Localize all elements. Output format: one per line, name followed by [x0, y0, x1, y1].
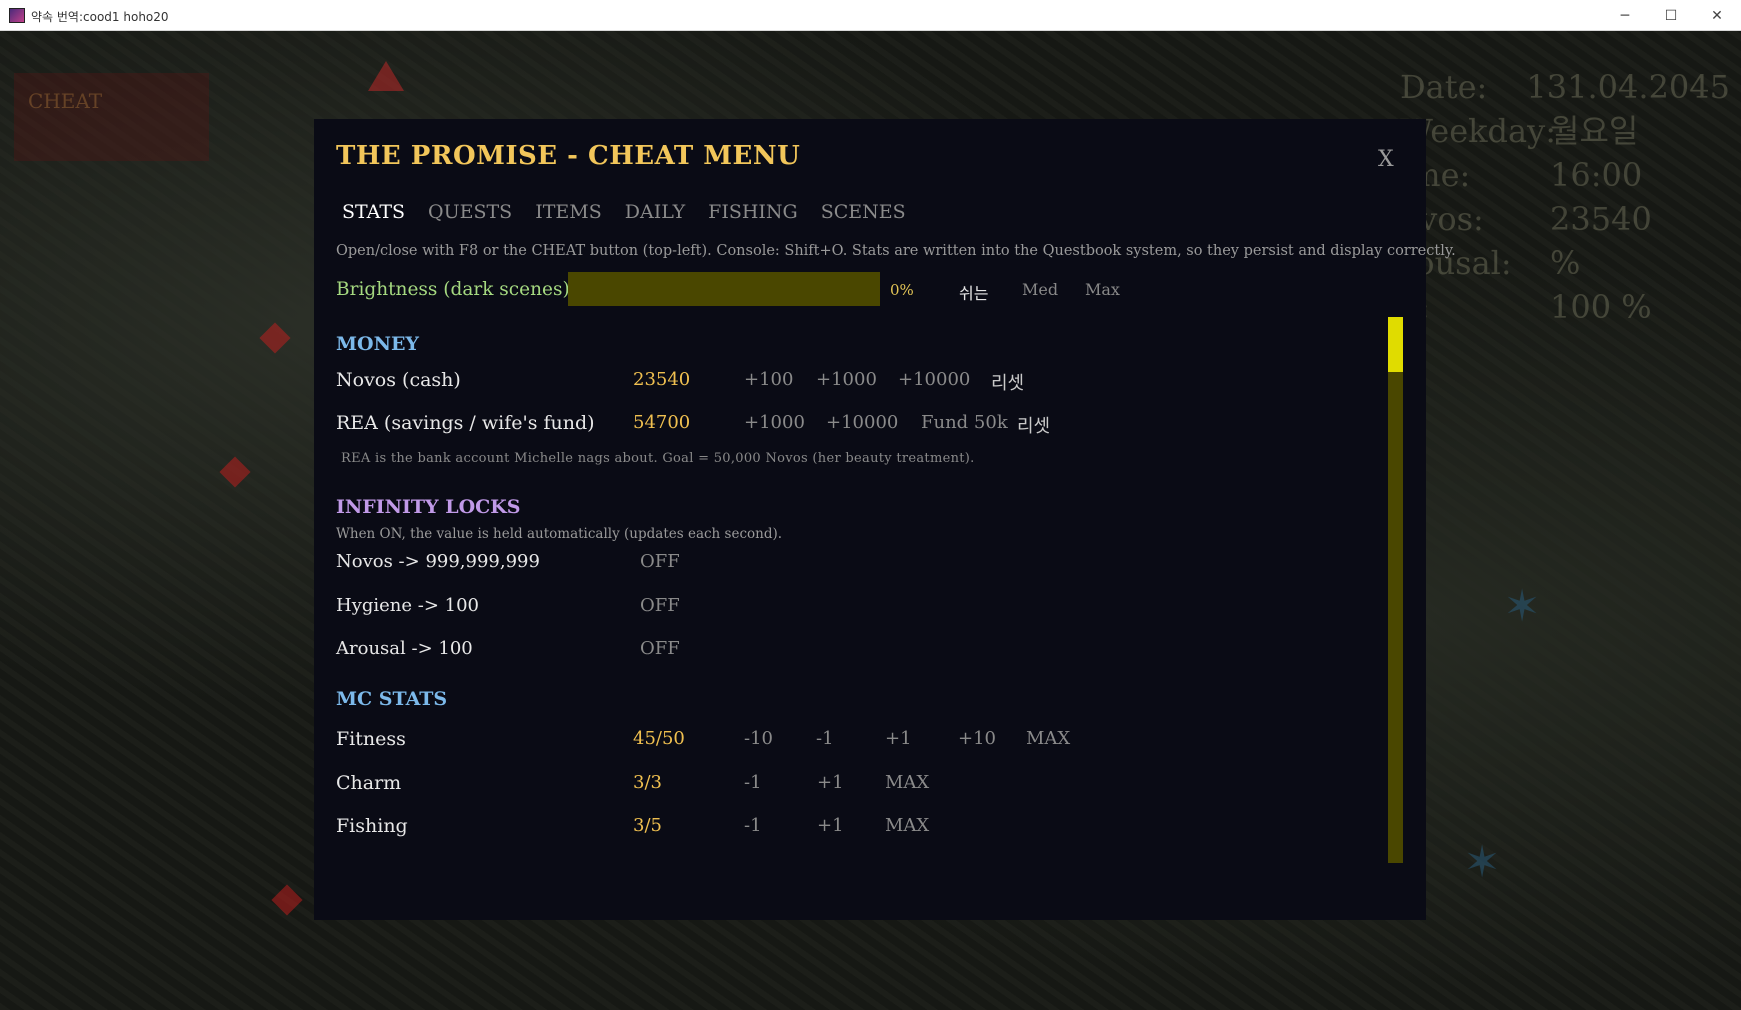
fitness-plus-1-button[interactable]: +1: [885, 728, 912, 749]
star-icon: ✶: [1463, 837, 1501, 888]
close-window-icon[interactable]: ✕: [1694, 0, 1740, 31]
fitness-max-button[interactable]: MAX: [1026, 728, 1070, 749]
stats-scroll-area: MONEY Novos (cash) 23540 +100 +1000 +100…: [336, 319, 1396, 909]
map-marker-icon: [219, 456, 251, 488]
minimize-icon[interactable]: ─: [1602, 0, 1648, 31]
novos-add-10000-button[interactable]: +10000: [898, 369, 970, 390]
charm-value: 3/3: [633, 772, 662, 793]
novos-value: 23540: [633, 369, 691, 390]
rea-reset-button[interactable]: 리셋: [1017, 412, 1050, 438]
window-title: 약속 번역:cood1 hoho20: [31, 10, 169, 24]
novos-add-100-button[interactable]: +100: [744, 369, 793, 390]
brightness-max-button[interactable]: Max: [1085, 280, 1120, 299]
money-header: MONEY: [336, 333, 419, 355]
rea-add-1000-button[interactable]: +1000: [744, 412, 805, 433]
brightness-slider[interactable]: [568, 272, 880, 306]
window-titlebar: 약속 번역:cood1 hoho20 ─ ☐ ✕: [0, 0, 1741, 31]
fishing-minus-1-button[interactable]: -1: [744, 815, 762, 836]
novos-reset-button[interactable]: 리셋: [991, 369, 1024, 395]
hud-value: 23540: [1550, 200, 1652, 238]
rea-fund-50k-button[interactable]: Fund 50k: [921, 412, 1008, 433]
scrollbar-track[interactable]: [1388, 317, 1403, 863]
fishing-max-button[interactable]: MAX: [885, 815, 929, 836]
hud-value: %: [1550, 244, 1581, 282]
hud-value: 16:00: [1550, 156, 1643, 194]
lock-novos-label: Novos -> 999,999,999: [336, 551, 540, 572]
novos-add-1000-button[interactable]: +1000: [816, 369, 877, 390]
brightness-value: 0%: [890, 281, 914, 299]
star-icon: ✶: [1503, 581, 1541, 632]
novos-label: Novos (cash): [336, 369, 461, 391]
fishing-plus-1-button[interactable]: +1: [817, 815, 844, 836]
tab-scenes[interactable]: SCENES: [821, 201, 906, 223]
tab-bar: STATS QUESTS ITEMS DAILY FISHING SCENES: [342, 201, 929, 223]
charm-max-button[interactable]: MAX: [885, 772, 929, 793]
map-marker-icon: [271, 884, 303, 916]
map-marker-icon: [259, 322, 291, 354]
help-text: Open/close with F8 or the CHEAT button (…: [336, 243, 1456, 259]
charm-plus-1-button[interactable]: +1: [817, 772, 844, 793]
panel-title: THE PROMISE - CHEAT MENU: [336, 141, 801, 171]
brightness-low-button[interactable]: 쉬는: [959, 280, 988, 304]
infinity-locks-note: When ON, the value is held automatically…: [336, 526, 783, 542]
fitness-value: 45/50: [633, 728, 685, 749]
hud-value: 월요일: [1550, 112, 1639, 150]
mc-stats-header: MC STATS: [336, 688, 448, 710]
brightness-med-button[interactable]: Med: [1022, 280, 1058, 299]
tab-daily[interactable]: DAILY: [625, 201, 685, 223]
tab-fishing[interactable]: FISHING: [708, 201, 798, 223]
rea-note: REA is the bank account Michelle nags ab…: [341, 451, 975, 466]
lock-novos-toggle[interactable]: OFF: [640, 551, 680, 572]
brightness-label: Brightness (dark scenes):: [336, 279, 576, 300]
hud-status: Date: 131.04.2045 Weekday: 월요일 ime: 16:00 o…: [1400, 65, 1730, 329]
fishing-value: 3/5: [633, 815, 662, 836]
fitness-minus-1-button[interactable]: -1: [816, 728, 834, 749]
fitness-label: Fitness: [336, 728, 406, 750]
rea-label: REA (savings / wife's fund): [336, 412, 595, 434]
charm-label: Charm: [336, 772, 402, 794]
fitness-plus-10-button[interactable]: +10: [958, 728, 996, 749]
cheat-menu-panel: THE PROMISE - CHEAT MENU X STATS QUESTS …: [314, 119, 1456, 920]
close-panel-button[interactable]: X: [1378, 147, 1394, 172]
maximize-icon[interactable]: ☐: [1648, 0, 1694, 31]
fishing-label: Fishing: [336, 815, 408, 837]
cheat-button[interactable]: CHEAT: [14, 73, 209, 161]
hud-value: 131.04.2045: [1526, 68, 1730, 106]
tab-items[interactable]: ITEMS: [535, 201, 602, 223]
tab-stats[interactable]: STATS: [342, 201, 405, 223]
scrollbar-thumb[interactable]: [1388, 317, 1403, 372]
rea-value: 54700: [633, 412, 691, 433]
app-icon: [9, 8, 25, 23]
hud-label: Date:: [1400, 68, 1488, 106]
fitness-minus-10-button[interactable]: -10: [744, 728, 773, 749]
lock-hygiene-label: Hygiene -> 100: [336, 595, 480, 616]
up-arrow-icon: [368, 61, 404, 91]
lock-arousal-label: Arousal -> 100: [336, 638, 473, 659]
infinity-locks-header: INFINITY LOCKS: [336, 496, 521, 518]
tab-quests[interactable]: QUESTS: [428, 201, 512, 223]
rea-add-10000-button[interactable]: +10000: [826, 412, 898, 433]
lock-hygiene-toggle[interactable]: OFF: [640, 595, 680, 616]
lock-arousal-toggle[interactable]: OFF: [640, 638, 680, 659]
hud-value: 100 %: [1550, 288, 1652, 326]
charm-minus-1-button[interactable]: -1: [744, 772, 762, 793]
